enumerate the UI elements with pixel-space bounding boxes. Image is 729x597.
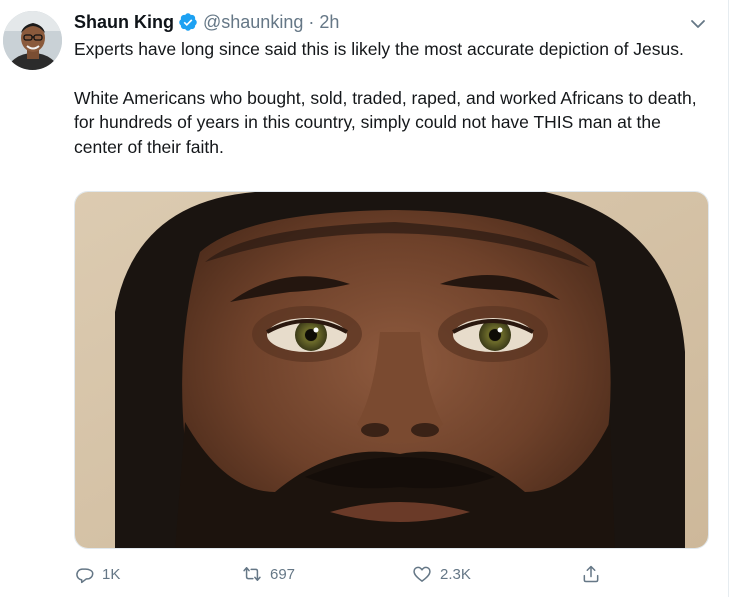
separator-dot: · [308,11,315,32]
tweet-actions: 1K 697 2.3K [74,561,634,587]
avatar[interactable] [3,11,62,70]
avatar-image [3,11,62,70]
reply-icon [76,568,94,584]
tweet-media-image[interactable] [74,191,709,549]
tweet-timestamp[interactable]: 2h [319,12,339,33]
retweet-button[interactable]: 697 [242,561,295,587]
reply-count: 1K [102,565,121,583]
heart-icon [413,566,431,582]
retweet-count: 697 [270,565,296,583]
like-button[interactable]: 2.3K [412,561,471,587]
verified-badge-icon [178,12,198,32]
portrait-image [75,192,708,548]
reply-button[interactable]: 1K [74,561,120,587]
tweet-card[interactable]: Shaun King @shaunking · 2h Experts have … [0,0,729,597]
like-count: 2.3K [440,565,471,583]
tweet-header: Shaun King @shaunking · 2h [74,10,339,34]
tweet-text: Experts have long since said this is lik… [74,37,704,159]
share-icon [583,565,599,583]
author-handle[interactable]: @shaunking [203,12,303,33]
tweet-paragraph: Experts have long since said this is lik… [74,39,684,59]
share-button[interactable] [581,561,601,587]
author-name[interactable]: Shaun King [74,12,174,33]
chevron-down-icon[interactable] [688,14,708,34]
tweet-paragraph: White Americans who bought, sold, traded… [74,87,697,157]
retweet-icon [243,567,261,581]
